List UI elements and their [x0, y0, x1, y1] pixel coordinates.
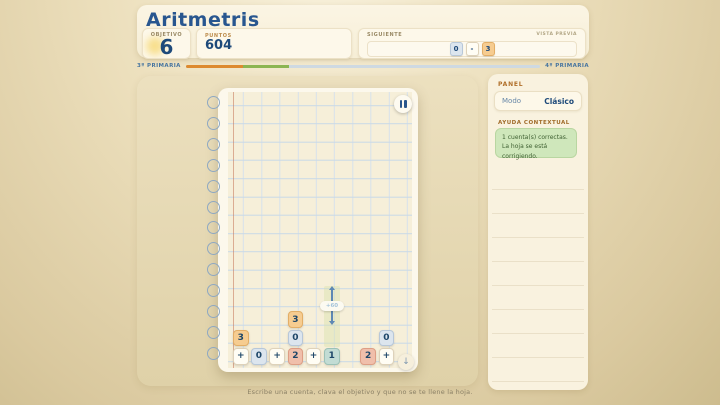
panel-lined-paper [492, 166, 584, 384]
board-tile: 2 [288, 348, 304, 365]
spiral-ring-icon [207, 347, 220, 360]
board-tile: 0 [251, 348, 267, 365]
objective-value: 6 [143, 37, 190, 57]
arrow-down-icon: ↓ [402, 357, 410, 367]
spiral-ring-icon [207, 284, 220, 297]
progress-segment [186, 65, 243, 68]
mode-value: Clásico [544, 97, 574, 106]
board-tile: + [379, 348, 395, 365]
contextual-help-message: 1 cuenta(s) correctas. La hoja se está c… [495, 128, 577, 158]
spiral-ring-icon [207, 242, 220, 255]
progress-left-label: 3º PRIMARIA [137, 63, 181, 69]
drop-button[interactable]: ↓ [398, 354, 414, 370]
spiral-ring-icon [207, 180, 220, 193]
board-tile: + [269, 348, 285, 365]
side-panel: PANEL Modo Clásico AYUDA CONTEXTUAL 1 cu… [488, 74, 588, 390]
board-tile: 2 [360, 348, 376, 365]
game-zone: +60 +0+2+12+3003 ↓ [137, 76, 478, 386]
aritmetris-app: Aritmetris OBJETIVO 6 PUNTOS 604 SIGUIEN… [0, 0, 720, 405]
next-tile: 0 [450, 42, 463, 56]
mode-card: Modo Clásico [494, 91, 582, 111]
board-tile: 0 [379, 330, 395, 347]
next-tile: 3 [482, 42, 495, 56]
next-piece-card: SIGUIENTE VISTA PREVIA 0-3 [358, 28, 586, 59]
spiral-ring-icon [207, 326, 220, 339]
contextual-help-title: AYUDA CONTEXTUAL [498, 120, 570, 126]
preview-label: VISTA PREVIA [536, 32, 577, 38]
spiral-ring-icon [207, 201, 220, 214]
spiral-ring-icon [207, 221, 220, 234]
notebook-board: +60 +0+2+12+3003 ↓ [218, 88, 418, 372]
points-value: 604 [205, 39, 351, 53]
pause-button[interactable] [394, 95, 412, 113]
board-tile: 1 [324, 348, 340, 365]
pause-icon [400, 100, 403, 108]
panel-title: PANEL [498, 81, 523, 88]
next-tile: - [466, 42, 479, 56]
header-card: Aritmetris OBJETIVO 6 PUNTOS 604 SIGUIEN… [137, 5, 589, 58]
score-popup: +60 [320, 301, 344, 311]
board-tile: 3 [288, 311, 304, 328]
spiral-ring-icon [207, 159, 220, 172]
spiral-ring-icon [207, 305, 220, 318]
spiral-ring-icon [207, 138, 220, 151]
progress-right-label: 4º PRIMARIA [545, 63, 589, 69]
progress-bar [186, 65, 540, 68]
points-label: PUNTOS [205, 33, 351, 39]
board-tile: + [306, 348, 322, 365]
margin-line [233, 92, 234, 368]
mode-label: Modo [502, 97, 521, 105]
points-card: PUNTOS 604 [196, 28, 352, 59]
spiral-ring-icon [207, 96, 220, 109]
board-tile: 3 [233, 330, 249, 347]
spiral-ring-icon [207, 117, 220, 130]
next-piece-preview: 0-3 [367, 41, 577, 57]
board-tile: + [233, 348, 249, 365]
grade-progress: 3º PRIMARIA 4º PRIMARIA [137, 61, 589, 71]
game-board[interactable]: +60 +0+2+12+3003 [228, 92, 412, 368]
progress-segment [243, 65, 289, 68]
next-label: SIGUIENTE [367, 32, 402, 38]
objective-card: OBJETIVO 6 [142, 28, 191, 59]
spiral-ring-icon [207, 263, 220, 276]
footer-hint: Escribe una cuenta, clava el objetivo y … [0, 388, 720, 396]
pause-icon [404, 100, 407, 108]
board-tile: 0 [288, 330, 304, 347]
